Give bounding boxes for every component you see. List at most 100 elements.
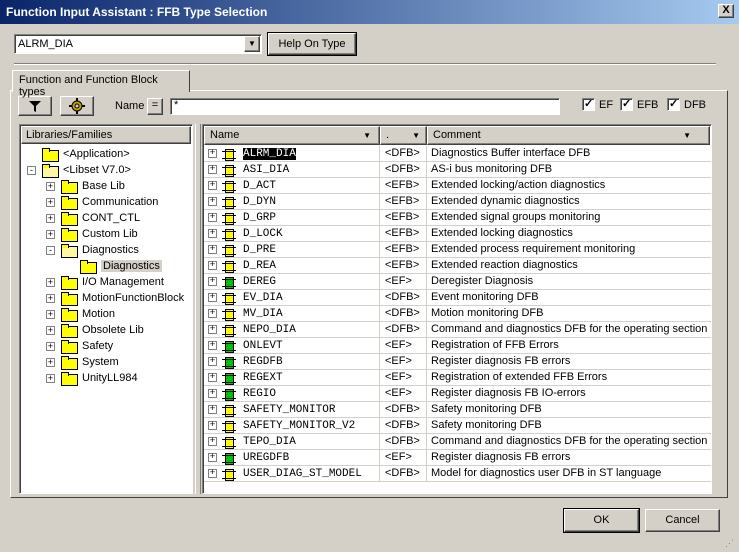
expand-icon[interactable]: + <box>46 357 55 367</box>
expand-icon[interactable]: + <box>46 309 55 319</box>
table-row[interactable]: + D_DYN <EFB> Extended dynamic diagnostics <box>204 194 711 210</box>
expand-icon[interactable]: + <box>208 213 217 222</box>
expand-icon[interactable]: + <box>208 453 217 462</box>
table-row[interactable]: + TEPO_DIA <DFB> Command and diagnostics DF… <box>204 434 711 450</box>
tree-item-label: MotionFunctionBlock <box>82 292 185 304</box>
expand-icon[interactable]: + <box>208 309 217 318</box>
table-row[interactable]: + REGIO <EF> Register diagnosis FB IO-error… <box>204 386 711 402</box>
expand-icon[interactable]: + <box>208 149 217 158</box>
table-row[interactable]: + D_REA <EFB> Extended reaction diagnostics <box>204 258 711 274</box>
expand-icon[interactable]: + <box>208 357 217 366</box>
table-row[interactable]: + D_ACT <EFB> Extended locking/action diagn… <box>204 178 711 194</box>
expand-icon[interactable]: + <box>208 469 217 478</box>
tree-header[interactable]: Libraries/Families <box>21 126 191 144</box>
collapse-icon[interactable]: - <box>46 245 55 255</box>
tree-item[interactable]: + MotionFunctionBlock <box>46 290 184 306</box>
collapse-icon[interactable]: - <box>27 165 36 175</box>
tree-item[interactable]: + UnityLL984 <box>46 370 138 386</box>
tree-item[interactable]: <Application> <box>27 146 130 162</box>
checkbox-efb[interactable]: EFB <box>620 97 658 111</box>
expand-icon[interactable]: + <box>46 213 55 223</box>
tree-item[interactable]: + Obsolete Lib <box>46 322 144 338</box>
table-row[interactable]: + ONLEVT <EF> Registration of FFB Errors <box>204 338 711 354</box>
table-row[interactable]: + DEREG <EF> Deregister Diagnosis <box>204 274 711 290</box>
expand-icon[interactable]: + <box>208 405 217 414</box>
expand-icon[interactable]: + <box>208 181 217 190</box>
expand-icon[interactable]: + <box>208 325 217 334</box>
pane-splitter[interactable] <box>195 124 201 494</box>
table-row[interactable]: + USER_DIAG_ST_MODEL <DFB> Model for diagno… <box>204 466 711 482</box>
ok-button[interactable]: OK <box>563 508 640 533</box>
expand-icon[interactable]: + <box>46 325 55 335</box>
options-button[interactable] <box>60 96 94 116</box>
close-button[interactable]: X <box>718 4 734 18</box>
tree-item[interactable]: + Communication <box>46 194 158 210</box>
expand-icon[interactable]: + <box>46 373 55 383</box>
table-row[interactable]: + NEPO_DIA <DFB> Command and diagnostics DF… <box>204 322 711 338</box>
expand-icon[interactable]: + <box>46 293 55 303</box>
name-filter-input[interactable]: * <box>170 98 560 115</box>
tree-item[interactable]: + Motion <box>46 306 115 322</box>
table-row[interactable]: + D_GRP <EFB> Extended signal groups monito… <box>204 210 711 226</box>
table-row[interactable]: + EV_DIA <DFB> Event monitoring DFB <box>204 290 711 306</box>
expand-icon[interactable]: + <box>208 165 217 174</box>
tree-item[interactable]: + I/O Management <box>46 274 164 290</box>
tree-item[interactable]: - <Libset V7.0> <box>27 162 131 178</box>
chevron-down-icon[interactable]: ▼ <box>244 36 260 52</box>
expand-icon[interactable]: + <box>208 437 217 446</box>
expand-icon[interactable]: + <box>46 229 55 239</box>
tree-item[interactable]: + Custom Lib <box>46 226 138 242</box>
expand-icon[interactable]: + <box>46 341 55 351</box>
help-on-type-button[interactable]: Help On Type <box>267 32 357 56</box>
expand-icon[interactable]: + <box>208 197 217 206</box>
expand-icon[interactable]: + <box>208 373 217 382</box>
table-row[interactable]: + D_PRE <EFB> Extended process requirement … <box>204 242 711 258</box>
expand-icon[interactable]: + <box>208 293 217 302</box>
operator-button[interactable]: = <box>147 98 163 115</box>
tree-item[interactable]: + System <box>46 354 119 370</box>
expand-icon[interactable]: + <box>46 197 55 207</box>
type-name: ASI_DIA <box>243 163 290 176</box>
checkbox-dfb-box[interactable] <box>667 97 680 111</box>
types-grid[interactable]: Name ▼ . ▼ Comment ▼ + ALRM_DIA <DFB> Diagn… <box>202 124 712 494</box>
libraries-tree[interactable]: Libraries/Families <Application> - <Libset… <box>19 124 193 494</box>
checkbox-efb-box[interactable] <box>620 97 633 111</box>
cancel-button[interactable]: Cancel <box>645 509 720 532</box>
table-row[interactable]: + UREGDFB <EF> Register diagnosis FB errors <box>204 450 711 466</box>
filter-button[interactable] <box>18 96 52 116</box>
table-row[interactable]: + ALRM_DIA <DFB> Diagnostics Buffer interfa… <box>204 146 711 162</box>
resize-grip-icon[interactable]: ⋰ <box>725 538 737 550</box>
tree-item[interactable]: - Diagnostics <box>46 242 139 258</box>
expand-icon[interactable]: + <box>208 277 217 286</box>
table-row[interactable]: + D_LOCK <EFB> Extended locking diagnostics <box>204 226 711 242</box>
expand-icon[interactable]: + <box>46 181 55 191</box>
expand-icon[interactable]: + <box>46 277 55 287</box>
table-row[interactable]: + MV_DIA <DFB> Motion monitoring DFB <box>204 306 711 322</box>
column-header-kind[interactable]: . ▼ <box>380 126 427 145</box>
tree-item[interactable]: + Safety <box>46 338 113 354</box>
tree-item[interactable]: Diagnostics <box>65 258 162 274</box>
table-row[interactable]: + SAFETY_MONITOR <DFB> Safety monitoring DF… <box>204 402 711 418</box>
table-row[interactable]: + REGDFB <EF> Register diagnosis FB errors <box>204 354 711 370</box>
tree-item-label: Base Lib <box>82 180 125 192</box>
type-combo[interactable]: ALRM_DIA ▼ <box>14 34 262 54</box>
table-row[interactable]: + ASI_DIA <DFB> AS-i bus monitoring DFB <box>204 162 711 178</box>
tree-item[interactable]: + CONT_CTL <box>46 210 140 226</box>
table-row[interactable]: + SAFETY_MONITOR_V2 <DFB> Safety monitoring… <box>204 418 711 434</box>
expand-icon[interactable]: + <box>208 261 217 270</box>
expand-icon[interactable]: + <box>208 389 217 398</box>
title-bar[interactable]: Function Input Assistant : FFB Type Sele… <box>0 0 739 24</box>
expand-icon[interactable]: + <box>208 229 217 238</box>
column-header-name[interactable]: Name ▼ <box>204 126 380 145</box>
column-header-comment[interactable]: Comment ▼ <box>427 126 710 145</box>
checkbox-ef[interactable]: EF <box>582 97 613 111</box>
tab-function-block-types[interactable]: Function and Function Block types <box>12 70 190 98</box>
expand-icon[interactable]: + <box>208 245 217 254</box>
expand-icon[interactable]: + <box>208 341 217 350</box>
table-row[interactable]: + REGEXT <EF> Registration of extended FFB … <box>204 370 711 386</box>
tree-item[interactable]: + Base Lib <box>46 178 125 194</box>
function-block-icon <box>222 292 236 305</box>
checkbox-dfb[interactable]: DFB <box>667 97 706 111</box>
expand-icon[interactable]: + <box>208 421 217 430</box>
checkbox-ef-box[interactable] <box>582 97 595 111</box>
